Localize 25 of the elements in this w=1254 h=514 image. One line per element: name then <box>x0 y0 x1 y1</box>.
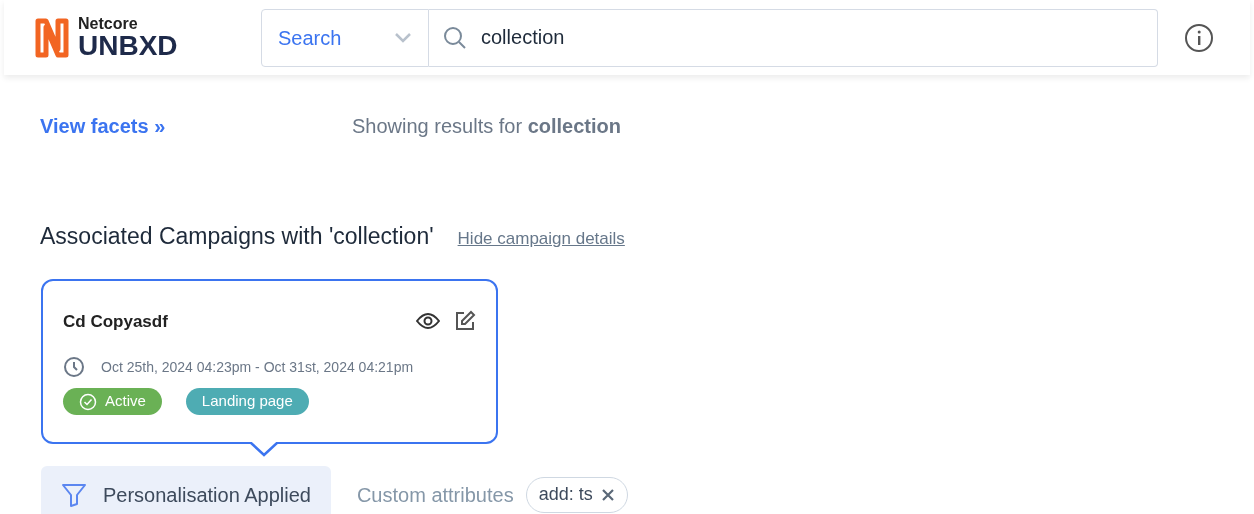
edit-icon[interactable] <box>454 310 476 333</box>
attributes-label: Custom attributes <box>356 482 514 508</box>
status-tag: Active <box>63 388 162 415</box>
campaign-name: Cd Copyasdf <box>63 310 168 333</box>
chevron-down-icon <box>394 31 412 44</box>
hide-details-link[interactable]: Hide campaign details <box>457 226 625 254</box>
attribute-label: add: ts <box>538 483 593 506</box>
eye-icon[interactable] <box>416 313 440 330</box>
search-field[interactable]: collection <box>429 8 1158 67</box>
search-icon <box>443 25 467 50</box>
filter-icon <box>61 481 87 508</box>
results-summary: Showing results for collection <box>352 114 621 139</box>
section-title: Associated Campaigns with 'collection' <box>40 222 434 251</box>
view-facets-link[interactable]: View facets » <box>40 111 352 141</box>
type-tag: Landing page <box>185 388 309 415</box>
personalisation-label: Personalisation Applied <box>103 482 311 508</box>
info-icon[interactable] <box>1184 22 1214 53</box>
logo-icon <box>34 16 70 59</box>
check-circle-icon <box>79 392 97 411</box>
clock-icon <box>63 356 85 378</box>
search-scope-dropdown[interactable]: Search <box>261 8 429 67</box>
logo-subtitle: Netcore <box>78 15 139 32</box>
close-icon[interactable] <box>600 487 615 502</box>
logo-title: UNBXD <box>78 31 178 60</box>
campaign-dates: Oct 25th, 2024 04:23pm - Oct 31st, 2024 04:21pm <box>101 357 414 377</box>
